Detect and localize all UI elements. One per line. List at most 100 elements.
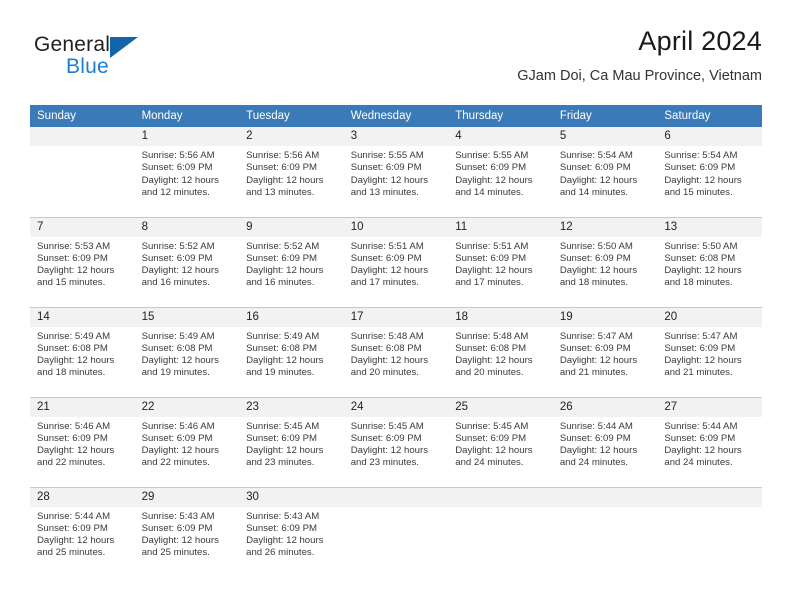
calendar-day-cell[interactable]: 7 Sunrise: 5:53 AM Sunset: 6:09 PM Daylig… [30,216,135,307]
day-number: 5 [552,127,658,146]
day-number [343,487,449,507]
calendar-week-row: 1 Sunrise: 5:56 AM Sunset: 6:09 PM Daylig… [30,127,762,217]
weekday-header-tuesday: Tuesday [239,105,344,127]
day-number: 30 [239,487,344,507]
day-number: 15 [134,307,240,327]
calendar-body: 1 Sunrise: 5:56 AM Sunset: 6:09 PM Daylig… [30,127,762,577]
calendar-day-cell[interactable]: 30 Sunrise: 5:43 AM Sunset: 6:09 PM Dayli… [239,486,344,577]
day-number: 11 [448,217,553,237]
calendar-day-cell[interactable]: 16 Sunrise: 5:49 AM Sunset: 6:08 PM Dayli… [239,306,344,397]
day-number: 9 [239,217,344,237]
day-sun-info: Sunrise: 5:48 AM Sunset: 6:08 PM Dayligh… [455,330,533,379]
day-number: 8 [134,217,240,237]
calendar-day-cell[interactable]: 22 Sunrise: 5:46 AM Sunset: 6:09 PM Dayli… [134,396,240,487]
calendar-page: General Blue April 2024 GJam Doi, Ca Mau… [0,0,792,612]
weekday-header-wednesday: Wednesday [343,105,449,127]
day-number: 4 [448,127,553,146]
calendar-day-cell[interactable]: 1 Sunrise: 5:56 AM Sunset: 6:09 PM Daylig… [134,127,240,217]
calendar-week-row: 7 Sunrise: 5:53 AM Sunset: 6:09 PM Daylig… [30,216,762,307]
day-sun-info: Sunrise: 5:55 AM Sunset: 6:09 PM Dayligh… [455,150,533,198]
day-sun-info: Sunrise: 5:51 AM Sunset: 6:09 PM Dayligh… [455,240,533,289]
day-sun-info: Sunrise: 5:48 AM Sunset: 6:08 PM Dayligh… [350,330,429,379]
calendar-empty-cell [448,486,553,577]
calendar-day-cell[interactable]: 24 Sunrise: 5:45 AM Sunset: 6:09 PM Dayli… [343,396,449,487]
day-number: 27 [657,397,762,417]
calendar-day-cell[interactable]: 9 Sunrise: 5:52 AM Sunset: 6:09 PM Daylig… [239,216,344,307]
general-blue-logo[interactable]: General Blue [34,34,214,82]
calendar-day-cell[interactable]: 11 Sunrise: 5:51 AM Sunset: 6:09 PM Dayli… [448,216,553,307]
page-subtitle-location: GJam Doi, Ca Mau Province, Vietnam [517,68,762,84]
day-sun-info: Sunrise: 5:45 AM Sunset: 6:09 PM Dayligh… [350,420,429,469]
day-sun-info: Sunrise: 5:45 AM Sunset: 6:09 PM Dayligh… [246,420,324,469]
day-number: 20 [657,307,762,327]
logo-text-general: General [34,33,111,56]
calendar-grid: Sunday Monday Tuesday Wednesday Thursday Frid… [30,105,762,577]
calendar-week-row: 21 Sunrise: 5:46 AM Sunset: 6:09 PM Dayli… [30,396,762,487]
calendar-day-cell[interactable]: 26 Sunrise: 5:44 AM Sunset: 6:09 PM Dayli… [552,396,658,487]
day-number: 3 [343,127,449,146]
calendar-day-cell[interactable]: 2 Sunrise: 5:56 AM Sunset: 6:09 PM Daylig… [239,127,344,217]
calendar-day-cell[interactable]: 12 Sunrise: 5:50 AM Sunset: 6:09 PM Dayli… [552,216,658,307]
day-sun-info: Sunrise: 5:49 AM Sunset: 6:08 PM Dayligh… [246,330,324,379]
calendar-day-cell[interactable]: 18 Sunrise: 5:48 AM Sunset: 6:08 PM Dayli… [448,306,553,397]
calendar-day-cell[interactable]: 15 Sunrise: 5:49 AM Sunset: 6:08 PM Dayli… [134,306,240,397]
weekday-header-thursday: Thursday [448,105,553,127]
calendar-day-cell[interactable]: 17 Sunrise: 5:48 AM Sunset: 6:08 PM Dayli… [343,306,449,397]
day-number [552,487,658,507]
calendar-table: Sunday Monday Tuesday Wednesday Thursday Frid… [30,105,762,577]
calendar-day-cell[interactable]: 13 Sunrise: 5:50 AM Sunset: 6:08 PM Dayli… [657,216,762,307]
calendar-day-cell[interactable]: 19 Sunrise: 5:47 AM Sunset: 6:09 PM Dayli… [552,306,658,397]
day-sun-info: Sunrise: 5:44 AM Sunset: 6:09 PM Dayligh… [559,420,638,469]
day-sun-info: Sunrise: 5:52 AM Sunset: 6:09 PM Dayligh… [141,240,219,289]
day-sun-info: Sunrise: 5:56 AM Sunset: 6:09 PM Dayligh… [141,150,219,198]
calendar-day-cell[interactable]: 29 Sunrise: 5:43 AM Sunset: 6:09 PM Dayli… [134,486,240,577]
day-number: 2 [239,127,344,146]
calendar-day-cell[interactable]: 25 Sunrise: 5:45 AM Sunset: 6:09 PM Dayli… [448,396,553,487]
day-sun-info: Sunrise: 5:54 AM Sunset: 6:09 PM Dayligh… [559,150,638,198]
calendar-day-cell[interactable]: 8 Sunrise: 5:52 AM Sunset: 6:09 PM Daylig… [134,216,240,307]
day-sun-info: Sunrise: 5:46 AM Sunset: 6:09 PM Dayligh… [141,420,219,469]
calendar-day-cell[interactable]: 23 Sunrise: 5:45 AM Sunset: 6:09 PM Dayli… [239,396,344,487]
calendar-empty-cell [343,486,449,577]
calendar-day-cell[interactable]: 5 Sunrise: 5:54 AM Sunset: 6:09 PM Daylig… [552,127,658,217]
calendar-header-row: Sunday Monday Tuesday Wednesday Thursday Frid… [30,105,762,127]
calendar-day-cell[interactable]: 21 Sunrise: 5:46 AM Sunset: 6:09 PM Dayli… [30,396,135,487]
day-number: 29 [134,487,240,507]
day-number: 28 [30,487,135,507]
weekday-header-sunday: Sunday [30,105,135,127]
day-number [657,487,762,507]
day-number: 26 [552,397,658,417]
day-number: 6 [657,127,762,146]
day-sun-info: Sunrise: 5:43 AM Sunset: 6:09 PM Dayligh… [141,510,219,559]
day-number [30,127,135,146]
day-sun-info: Sunrise: 5:47 AM Sunset: 6:09 PM Dayligh… [664,330,742,379]
day-sun-info: Sunrise: 5:46 AM Sunset: 6:09 PM Dayligh… [37,420,115,469]
day-sun-info: Sunrise: 5:44 AM Sunset: 6:09 PM Dayligh… [37,510,115,559]
day-number: 17 [343,307,449,327]
calendar-day-cell[interactable]: 4 Sunrise: 5:55 AM Sunset: 6:09 PM Daylig… [448,127,553,217]
day-number: 7 [30,217,135,237]
day-sun-info: Sunrise: 5:53 AM Sunset: 6:09 PM Dayligh… [37,240,115,289]
day-number: 14 [30,307,135,327]
calendar-day-cell[interactable]: 28 Sunrise: 5:44 AM Sunset: 6:09 PM Dayli… [30,486,135,577]
day-number: 21 [30,397,135,417]
day-sun-info: Sunrise: 5:44 AM Sunset: 6:09 PM Dayligh… [664,420,742,469]
day-sun-info: Sunrise: 5:51 AM Sunset: 6:09 PM Dayligh… [350,240,429,289]
calendar-day-cell[interactable]: 6 Sunrise: 5:54 AM Sunset: 6:09 PM Daylig… [657,127,762,217]
calendar-day-cell[interactable]: 20 Sunrise: 5:47 AM Sunset: 6:09 PM Dayli… [657,306,762,397]
day-number: 12 [552,217,658,237]
day-number: 16 [239,307,344,327]
calendar-week-row: 28 Sunrise: 5:44 AM Sunset: 6:09 PM Dayli… [30,486,762,577]
day-number: 19 [552,307,658,327]
calendar-day-cell[interactable]: 10 Sunrise: 5:51 AM Sunset: 6:09 PM Dayli… [343,216,449,307]
day-number: 13 [657,217,762,237]
triangle-logo-icon [110,37,138,58]
weekday-header-friday: Friday [552,105,658,127]
day-sun-info: Sunrise: 5:47 AM Sunset: 6:09 PM Dayligh… [559,330,638,379]
day-sun-info: Sunrise: 5:55 AM Sunset: 6:09 PM Dayligh… [350,150,429,198]
calendar-day-cell[interactable]: 14 Sunrise: 5:49 AM Sunset: 6:08 PM Dayli… [30,306,135,397]
calendar-day-cell[interactable]: 27 Sunrise: 5:44 AM Sunset: 6:09 PM Dayli… [657,396,762,487]
calendar-day-cell[interactable]: 3 Sunrise: 5:55 AM Sunset: 6:09 PM Daylig… [343,127,449,217]
day-number: 23 [239,397,344,417]
day-sun-info: Sunrise: 5:52 AM Sunset: 6:09 PM Dayligh… [246,240,324,289]
